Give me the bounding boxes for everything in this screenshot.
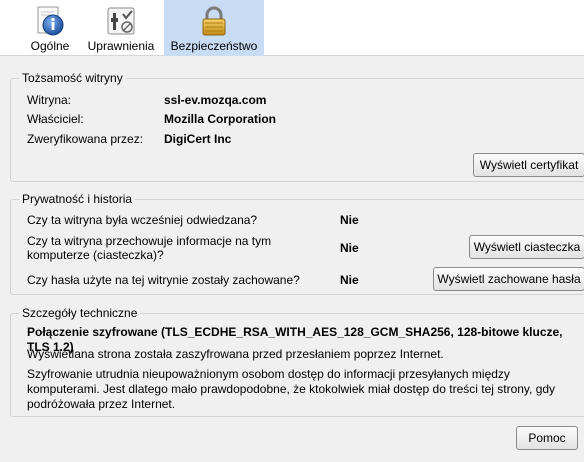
- technical-details-group: Szczegóły techniczne Połączenie szyfrowa…: [10, 306, 584, 417]
- site-identity-legend: Tożsamość witryny: [19, 71, 126, 85]
- view-cookies-button[interactable]: Wyświetl ciasteczka: [469, 235, 584, 259]
- site-label: Witryna:: [27, 93, 72, 107]
- encryption-note: Wyświetlana strona została zaszyfrowana …: [27, 347, 444, 361]
- help-button[interactable]: Pomoc: [516, 426, 578, 450]
- visited-question: Czy ta witryna była wcześniej odwiedzana…: [27, 213, 258, 227]
- passwords-question: Czy hasła użyte na tej witrynie zostały …: [27, 273, 300, 287]
- encryption-explanation: Szyfrowanie utrudnia nieupoważnionym oso…: [27, 367, 556, 411]
- site-identity-group: Tożsamość witryny Witryna: ssl-ev.mozqa.…: [10, 71, 584, 182]
- verified-by-value: DigiCert Inc: [164, 132, 232, 146]
- tab-permissions[interactable]: Uprawnienia: [82, 0, 160, 56]
- permissions-icon: [107, 7, 135, 35]
- tab-permissions-label: Uprawnienia: [87, 39, 155, 53]
- cookies-question: Czy ta witryna przechowuje informacje na…: [27, 234, 272, 262]
- visited-answer: Nie: [340, 213, 359, 227]
- tab-general-label: Ogólne: [30, 39, 70, 53]
- technical-details-legend: Szczegóły techniczne: [19, 306, 141, 320]
- site-value: ssl-ev.mozqa.com: [164, 93, 267, 107]
- privacy-history-legend: Prywatność i historia: [19, 192, 136, 206]
- tab-toolbar: Ogólne Uprawnienia Bezpieczeństwo: [0, 0, 584, 56]
- tab-security[interactable]: Bezpieczeństwo: [164, 0, 264, 56]
- view-saved-passwords-button[interactable]: Wyświetl zachowane hasła: [433, 267, 584, 291]
- tab-general[interactable]: Ogólne: [26, 0, 74, 56]
- verified-by-label: Zweryfikowana przez:: [27, 132, 144, 146]
- privacy-history-group: Prywatność i historia Czy ta witryna był…: [10, 192, 584, 295]
- cookies-answer: Nie: [340, 241, 359, 255]
- passwords-answer: Nie: [340, 273, 359, 287]
- info-icon: [37, 6, 64, 36]
- lock-icon: [202, 6, 226, 36]
- tab-security-label: Bezpieczeństwo: [170, 39, 258, 53]
- owner-value: Mozilla Corporation: [164, 112, 276, 126]
- owner-label: Właściciel:: [27, 112, 84, 126]
- view-certificate-button[interactable]: Wyświetl certyfikat: [473, 153, 584, 177]
